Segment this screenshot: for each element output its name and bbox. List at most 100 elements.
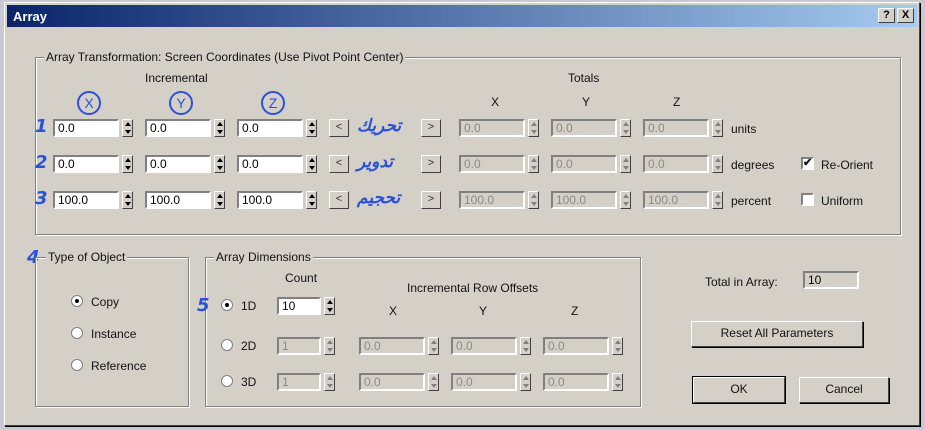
ok-button[interactable]: OK (692, 376, 786, 404)
move-arabic-label: تحريك (357, 116, 402, 136)
rotate-z-field[interactable]: 0.0 (237, 155, 303, 173)
count-3d-field: 1 (277, 373, 321, 391)
degrees-label: degrees (731, 158, 775, 172)
array-dialog: Array ? X Array Transformation: Screen C… (4, 2, 920, 426)
move-total-y-spinner (620, 119, 631, 137)
dimension-3d-radio[interactable] (221, 375, 233, 387)
x-axis-circle-label: X (77, 91, 101, 115)
count-1d-spinner[interactable] (324, 297, 335, 315)
offsets-z-header: Z (571, 304, 579, 318)
offset-3d-x-field: 0.0 (359, 373, 425, 391)
y-axis-circle-label: Y (169, 91, 193, 115)
offset-2d-x-spinner (428, 337, 439, 355)
section-number-5: 5 (197, 295, 210, 316)
rotate-left-arrow-button[interactable]: < (329, 155, 349, 173)
dimension-1d-radio[interactable] (221, 299, 233, 311)
instance-radio[interactable] (71, 327, 83, 339)
rotate-arabic-label: تدوير (357, 152, 393, 172)
move-x-spinner[interactable] (122, 119, 133, 137)
offset-2d-y-field: 0.0 (451, 337, 517, 355)
scale-arabic-label: تحجيم (357, 188, 401, 208)
scale-total-z-field: 100.0 (643, 191, 709, 209)
reference-label: Reference (91, 359, 147, 373)
rotate-total-y-spinner (620, 155, 631, 173)
rotate-total-z-field: 0.0 (643, 155, 709, 173)
move-total-x-field: 0.0 (459, 119, 525, 137)
move-z-field[interactable]: 0.0 (237, 119, 303, 137)
move-y-spinner[interactable] (214, 119, 225, 137)
count-1d-field[interactable]: 10 (277, 297, 321, 315)
move-total-z-field: 0.0 (643, 119, 709, 137)
scale-z-field[interactable]: 100.0 (237, 191, 303, 209)
incremental-row-offsets-label: Incremental Row Offsets (407, 281, 539, 295)
rotate-x-field[interactable]: 0.0 (53, 155, 119, 173)
move-y-field[interactable]: 0.0 (145, 119, 211, 137)
dimension-2d-label: 2D (241, 339, 257, 353)
rotate-total-x-spinner (528, 155, 539, 173)
units-label: units (731, 122, 757, 136)
rotate-x-spinner[interactable] (122, 155, 133, 173)
help-button[interactable]: ? (878, 8, 895, 23)
move-left-arrow-button[interactable]: < (329, 119, 349, 137)
incremental-label: Incremental (145, 71, 208, 85)
reference-radio[interactable] (71, 359, 83, 371)
uniform-checkbox[interactable] (801, 193, 814, 206)
close-button[interactable]: X (897, 8, 914, 23)
move-x-field[interactable]: 0.0 (53, 119, 119, 137)
array-dimensions-title: Array Dimensions (214, 250, 313, 264)
totals-x-header: X (491, 95, 500, 109)
instance-label: Instance (91, 327, 137, 341)
cancel-button[interactable]: Cancel (799, 377, 889, 403)
scale-total-z-spinner (712, 191, 723, 209)
move-total-x-spinner (528, 119, 539, 137)
scale-y-spinner[interactable] (214, 191, 225, 209)
rotate-y-spinner[interactable] (214, 155, 225, 173)
offset-2d-z-spinner (612, 337, 623, 355)
rotate-y-field[interactable]: 0.0 (145, 155, 211, 173)
offset-3d-x-spinner (428, 373, 439, 391)
rotate-z-spinner[interactable] (306, 155, 317, 173)
scale-x-field[interactable]: 100.0 (53, 191, 119, 209)
rotate-total-z-spinner (712, 155, 723, 173)
reorient-label: Re-Orient (821, 158, 874, 172)
count-label: Count (285, 271, 318, 285)
offset-3d-y-spinner (520, 373, 531, 391)
offset-2d-y-spinner (520, 337, 531, 355)
totals-y-header: Y (582, 95, 591, 109)
scale-y-field[interactable]: 100.0 (145, 191, 211, 209)
totals-label: Totals (568, 71, 600, 85)
dimension-3d-label: 3D (241, 375, 257, 389)
transformation-group-title: Array Transformation: Screen Coordinates… (44, 50, 406, 64)
scale-left-arrow-button[interactable]: < (329, 191, 349, 209)
reset-all-parameters-button[interactable]: Reset All Parameters (691, 321, 863, 347)
rotate-total-y-field: 0.0 (551, 155, 617, 173)
rotate-right-arrow-button[interactable]: > (421, 155, 441, 173)
scale-right-arrow-button[interactable]: > (421, 191, 441, 209)
offset-3d-z-spinner (612, 373, 623, 391)
scale-z-spinner[interactable] (306, 191, 317, 209)
rotate-total-x-field: 0.0 (459, 155, 525, 173)
offset-2d-x-field: 0.0 (359, 337, 425, 355)
move-total-y-field: 0.0 (551, 119, 617, 137)
offsets-y-header: Y (479, 304, 488, 318)
offset-3d-z-field: 0.0 (543, 373, 609, 391)
offsets-x-header: X (389, 304, 398, 318)
move-right-arrow-button[interactable]: > (421, 119, 441, 137)
move-total-z-spinner (712, 119, 723, 137)
scale-total-x-spinner (528, 191, 539, 209)
copy-radio[interactable] (71, 295, 83, 307)
scale-total-y-spinner (620, 191, 631, 209)
dimension-2d-radio[interactable] (221, 339, 233, 351)
reorient-checkbox[interactable]: ✔ (801, 157, 814, 170)
count-2d-field: 1 (277, 337, 321, 355)
move-z-spinner[interactable] (306, 119, 317, 137)
title-bar[interactable]: Array ? X (7, 5, 917, 27)
copy-label: Copy (91, 295, 120, 309)
total-in-array-value: 10 (803, 271, 859, 289)
totals-z-header: Z (673, 95, 681, 109)
scale-x-spinner[interactable] (122, 191, 133, 209)
uniform-label: Uniform (821, 194, 864, 208)
offset-3d-y-field: 0.0 (451, 373, 517, 391)
z-axis-circle-label: Z (261, 91, 285, 115)
type-of-object-title: Type of Object (46, 250, 128, 264)
